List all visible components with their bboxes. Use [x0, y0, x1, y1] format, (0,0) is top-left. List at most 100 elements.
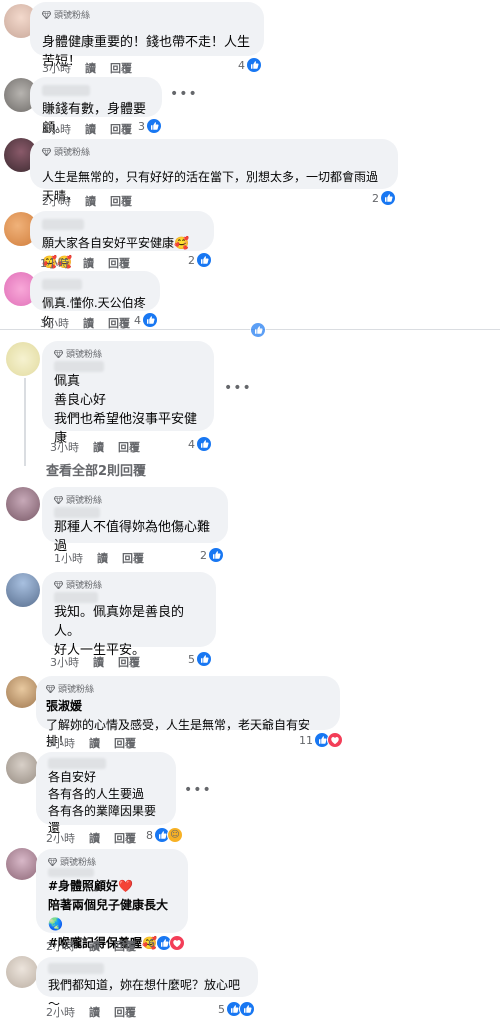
top-fan-badge: 頭號粉絲 — [42, 145, 386, 158]
more-dots-icon[interactable]: ••• — [170, 86, 198, 102]
read-link[interactable]: 讀 — [85, 121, 96, 137]
timestamp[interactable]: 2小時 — [46, 830, 75, 846]
thumb-up-icon — [208, 547, 224, 563]
reaction-count[interactable]: 2 — [188, 252, 212, 268]
more-dots-icon[interactable]: ••• — [224, 380, 252, 396]
thumb-up-icon — [239, 1001, 255, 1017]
reply-link[interactable]: 回覆 — [114, 830, 136, 846]
comment-bubble: 各自安好 各有各的人生要過 各有各的業障因果要還 — [36, 752, 176, 835]
reaction-count[interactable]: 4 — [238, 57, 262, 73]
diamond-icon — [42, 148, 51, 156]
blurred-name[interactable] — [54, 507, 100, 518]
thumb-up-icon — [196, 436, 212, 452]
comment-bubble: 頭號粉絲 張淑媛 了解妳的心情及感受，人生是無常，老天爺自有安排！ — [36, 676, 340, 748]
avatar[interactable] — [6, 752, 38, 784]
reply-link[interactable]: 回覆 — [122, 550, 144, 566]
reaction-count[interactable]: 11 — [299, 732, 343, 748]
comment-actions: 2小時 讀 回覆 — [46, 830, 136, 846]
reaction-count[interactable]: 2 — [372, 190, 396, 206]
timestamp[interactable]: 3小時 — [50, 654, 79, 670]
timestamp[interactable]: 2小時 — [42, 193, 71, 209]
comment-actions: 2小時 讀 回覆 — [42, 121, 132, 137]
read-link[interactable]: 讀 — [85, 60, 96, 76]
reply-link[interactable]: 回覆 — [114, 938, 136, 954]
read-link[interactable]: 讀 — [89, 830, 100, 846]
diamond-icon — [46, 685, 55, 693]
timestamp[interactable]: 2小時 — [46, 938, 75, 954]
reaction-count[interactable]: 2 — [200, 547, 224, 563]
avatar[interactable] — [6, 848, 38, 880]
read-link[interactable]: 讀 — [89, 1004, 100, 1020]
comment-actions: 3小時 讀 回覆 — [46, 735, 136, 751]
reply-link[interactable]: 回覆 — [118, 654, 140, 670]
reaction-count[interactable]: 5 — [188, 651, 212, 667]
timestamp[interactable]: 2小時 — [42, 121, 71, 137]
comment-text: 我知。佩真妳是善良的人。 好人一生平安。 — [54, 605, 185, 658]
read-link[interactable]: 讀 — [93, 439, 104, 455]
timestamp[interactable]: 1小時 — [40, 255, 69, 271]
reaction-count[interactable]: 5 — [218, 1001, 255, 1017]
timestamp[interactable]: 3小時 — [46, 735, 75, 751]
comment-bubble: 頭號粉絲 身體健康重要的！錢也帶不走！人生苦短！ — [30, 2, 264, 69]
avatar[interactable] — [6, 342, 40, 376]
comment-actions: 1小時 讀 回覆 — [40, 255, 130, 271]
blurred-name[interactable] — [54, 592, 98, 603]
read-link[interactable]: 讀 — [89, 735, 100, 751]
commenter-name[interactable]: 張淑媛 — [46, 697, 328, 714]
diamond-icon — [54, 581, 63, 589]
blurred-name[interactable] — [48, 758, 106, 769]
blurred-name[interactable] — [42, 85, 90, 96]
comment-bubble: 佩真.懂你.天公伯疼你 — [30, 271, 160, 329]
diamond-icon — [54, 350, 63, 358]
reply-link[interactable]: 回覆 — [110, 60, 132, 76]
read-link[interactable]: 讀 — [97, 550, 108, 566]
reply-link[interactable]: 回覆 — [110, 193, 132, 209]
timestamp[interactable]: 3小時 — [42, 60, 71, 76]
comment-bubble: 頭號粉絲 那種人不值得妳為他傷心難過 — [42, 487, 228, 554]
comment-actions: 3小時 讀 回覆 — [50, 654, 140, 670]
reply-link[interactable]: 回覆 — [114, 735, 136, 751]
diamond-icon — [48, 858, 57, 866]
avatar[interactable] — [6, 573, 40, 607]
avatar[interactable] — [6, 676, 38, 708]
blurred-name[interactable] — [54, 361, 104, 372]
timestamp[interactable]: 1小時 — [54, 550, 83, 566]
reply-link[interactable]: 回覆 — [110, 121, 132, 137]
blurred-name[interactable] — [42, 219, 84, 230]
blurred-name[interactable] — [48, 868, 94, 877]
blurred-name[interactable] — [48, 963, 104, 974]
thumb-up-icon — [380, 190, 396, 206]
view-more-replies-link[interactable]: 查看全部2則回覆 — [46, 460, 146, 479]
comment-actions: 3小時 讀 回覆 — [42, 60, 132, 76]
thumb-up-icon — [246, 57, 262, 73]
reply-link[interactable]: 回覆 — [114, 1004, 136, 1020]
thumb-up-icon — [146, 118, 162, 134]
top-fan-badge: 頭號粉絲 — [54, 578, 204, 591]
reply-link[interactable]: 回覆 — [118, 439, 140, 455]
read-link[interactable]: 讀 — [83, 255, 94, 271]
comment-actions: 2小時 讀 回覆 — [46, 938, 136, 954]
reaction-count[interactable]: 3 — [138, 118, 162, 134]
reply-link[interactable]: 回覆 — [108, 255, 130, 271]
read-link[interactable]: 讀 — [89, 938, 100, 954]
timestamp[interactable]: 3小時 — [50, 439, 79, 455]
thumb-up-icon — [142, 312, 158, 328]
heart-icon — [327, 732, 343, 748]
avatar[interactable] — [6, 956, 38, 988]
more-dots-icon[interactable]: ••• — [184, 782, 212, 798]
avatar[interactable] — [6, 487, 40, 521]
reaction-count[interactable]: 4 — [188, 436, 212, 452]
top-fan-badge: 頭號粉絲 — [42, 8, 252, 21]
thumb-up-icon — [196, 252, 212, 268]
read-link[interactable]: 讀 — [93, 654, 104, 670]
reaction-count[interactable]: 8 ☺ — [146, 827, 183, 843]
timestamp[interactable]: 2小時 — [46, 1004, 75, 1020]
diamond-icon — [54, 496, 63, 504]
comment-bubble: 頭號粉絲 我知。佩真妳是善良的人。 好人一生平安。 — [42, 572, 216, 658]
reaction-count[interactable]: 4 — [134, 312, 158, 328]
blurred-name[interactable] — [42, 279, 82, 290]
care-icon: ☺ — [167, 827, 183, 843]
diamond-icon — [42, 11, 51, 19]
read-link[interactable]: 讀 — [85, 193, 96, 209]
reaction-count[interactable]: 6 — [148, 935, 185, 951]
